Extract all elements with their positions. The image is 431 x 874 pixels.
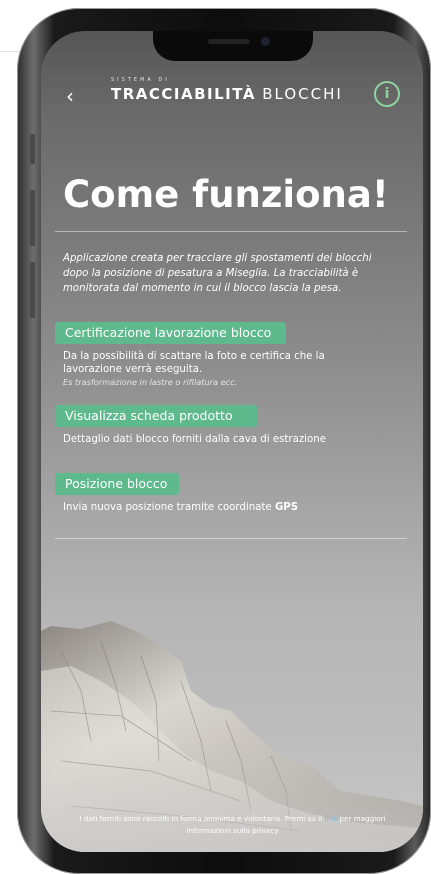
logo-subtitle: SISTEMA DI — [111, 77, 170, 83]
info-icon[interactable]: i — [374, 81, 400, 107]
speaker — [208, 39, 250, 44]
privacy-footer: I dati forniti sono raccolti in forma an… — [65, 813, 400, 837]
gps-emphasis: GPS — [274, 502, 299, 513]
volume-down-button — [30, 262, 35, 318]
back-icon[interactable]: ‹ — [66, 83, 96, 109]
camera-icon — [261, 37, 270, 46]
feature-description-position: Invia nuova posizione tramite coordinate… — [63, 501, 383, 514]
divider-bottom — [55, 538, 407, 539]
notch — [153, 31, 313, 61]
feature-label-product-sheet: Visualizza scheda prodotto — [55, 405, 257, 427]
feature-description-certification: Da la possibilità di scattare la foto e … — [63, 351, 325, 375]
feature-label-position: Posizione blocco — [55, 473, 179, 495]
logo-title-bold: TRACCIABILITÀ — [111, 85, 256, 103]
logo-title: TRACCIABILITÀ BLOCCHI — [111, 85, 343, 103]
silent-switch — [30, 134, 35, 164]
privacy-text-before: I dati forniti sono raccolti in forma an… — [79, 814, 323, 823]
intro-text: Applicazione creata per tracciare gli sp… — [63, 253, 372, 294]
page-title: Come funziona! — [63, 173, 389, 216]
app-logo: SISTEMA DI TRACCIABILITÀ BLOCCHI — [111, 77, 351, 109]
volume-up-button — [30, 190, 35, 246]
feature-description-product-sheet: Dettaglio dati blocco forniti dalla cava… — [63, 434, 326, 445]
divider-top — [55, 231, 407, 232]
feature-label-certification: Certificazione lavorazione blocco — [55, 322, 286, 344]
feature-description-position-text: Invia nuova posizione tramite coordinate — [63, 502, 272, 513]
privacy-link[interactable]: link — [324, 814, 337, 823]
logo-title-light: BLOCCHI — [262, 85, 343, 103]
feature-note-certification: Es trasformazione in lastre o rifilatura… — [63, 377, 238, 387]
phone-screen: ‹ SISTEMA DI TRACCIABILITÀ BLOCCHI i Com… — [41, 31, 423, 852]
